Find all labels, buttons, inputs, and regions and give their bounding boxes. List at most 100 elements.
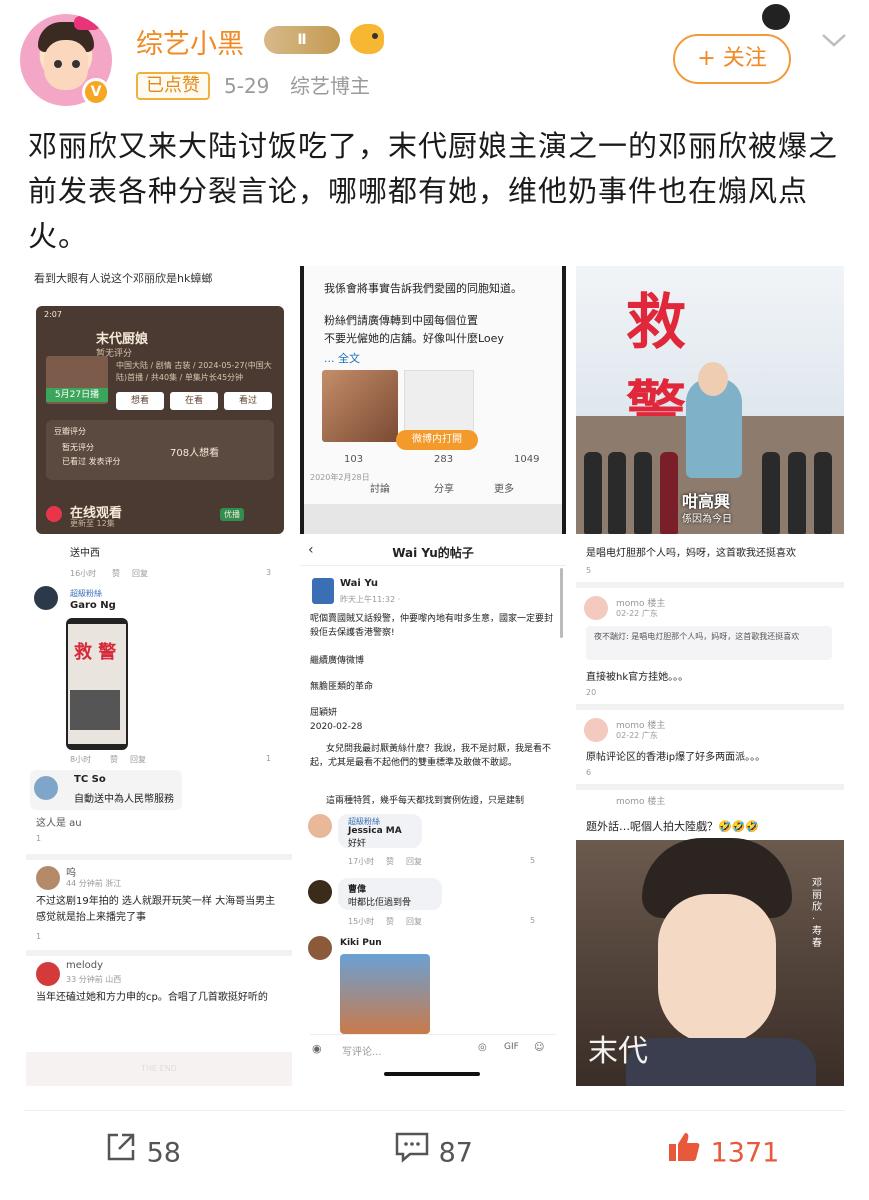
commenter-name: Jessica MA — [348, 826, 402, 836]
avatar-bow — [74, 16, 100, 30]
like-button[interactable]: 1371 — [666, 1130, 779, 1174]
verified-badge-icon: V — [82, 78, 110, 106]
comment-reply: 回复 — [406, 917, 422, 926]
follow-button[interactable]: + 关注 — [673, 34, 791, 84]
post-date: 2020年2月28日 — [310, 473, 370, 482]
post-text: 邓丽欣又来大陆讨饭吃了，末代厨娘主演之一的邓丽欣被爆之前发表各种分裂言论，哪哪都… — [28, 129, 839, 253]
comment-like-count: 1 — [36, 834, 42, 843]
share-action: 分享 — [434, 484, 454, 495]
share-button[interactable]: 58 — [104, 1130, 181, 1174]
level-badge: Ⅱ — [264, 26, 340, 54]
comment-icon — [394, 1130, 430, 1178]
comment-time: 15小时 — [348, 917, 375, 926]
comment-button[interactable]: 87 — [394, 1130, 473, 1174]
share-icon — [104, 1130, 138, 1178]
comment-meta: 02-22 广东 — [616, 609, 658, 618]
comment-reply: 回复 — [132, 569, 148, 578]
commenter-name: Kiki Pun — [340, 938, 382, 948]
home-indicator — [384, 1072, 480, 1076]
grid-image-5[interactable]: ‹ Wai Yu的帖子 Wai Yu 昨天上午11:32 · 呢個賣國賊又話殺警… — [300, 538, 566, 1086]
sticker-icon: ◎ — [478, 1042, 487, 1053]
comment-reply: 回复 — [130, 755, 146, 764]
wine-bottle — [634, 452, 652, 534]
grid-image-3[interactable]: 救 警 咁高興 係因為今日 — [576, 266, 844, 534]
commenter-avatar — [36, 962, 60, 986]
comment-count: 87 — [438, 1137, 473, 1169]
comment-meta: 02-22 广东 — [616, 731, 658, 740]
avatar-eye — [54, 60, 62, 68]
comment-text: 自動送中為人民幣服務 — [74, 794, 174, 805]
comment-bubble: 超級粉絲 Jessica MA 好奸 — [338, 814, 422, 849]
commenter-avatar — [36, 866, 60, 890]
comment-text: 直接被hk官方挂她。。。 — [586, 672, 689, 683]
grid-image-4[interactable]: 送中西 16小时 赞 回复 3 超級粉絲 Garo Ng 救 警 8小时 赞 回… — [26, 538, 292, 1086]
watching-button: 在看 — [170, 392, 218, 410]
liked-badge: 已点赞 — [136, 72, 210, 100]
text-line: 粉絲們請廣傳轉到中國每個位置 — [324, 314, 478, 327]
commenter-name: 呜 — [66, 868, 76, 879]
grid-image-2[interactable]: 我係會將事實告訴我們愛國的同胞知道。 粉絲們請廣傳轉到中國每個位置 不要光僱她的… — [300, 266, 566, 534]
platform-badge: 优播 — [220, 508, 244, 521]
score-box: 豆瓣评分 暂无评分 已看过 发表评分 708人想看 — [46, 420, 274, 480]
post-paragraph: 女兒問我最討厭黃絲什麼？我說，我不是討厭，我是看不起，尤其是最看不起他們的雙重標… — [310, 744, 552, 768]
commenter-name: Garo Ng — [70, 600, 116, 611]
thumbs-up-icon — [666, 1130, 702, 1178]
post-paragraph: 繼續廣傳微博 — [310, 656, 365, 666]
wine-bottle — [660, 452, 678, 534]
image-subtitle-2: 係因為今日 — [682, 514, 732, 525]
comment-meta: 33 分钟前 山西 — [66, 975, 122, 984]
wine-bottle — [814, 452, 832, 534]
comment-like-count: 20 — [586, 688, 597, 697]
camera-icon: ◉ — [312, 1042, 322, 1055]
avatar-face — [44, 40, 88, 90]
comment-like-count: 5 — [586, 566, 592, 575]
footer-divider — [24, 1110, 845, 1111]
want-count: 708人想看 — [170, 448, 220, 459]
like-count: 1049 — [514, 454, 540, 465]
commenter-avatar — [584, 718, 608, 742]
comment-text: 当年还磕过她和方力申的cp。合唱了几首歌挺好听的 — [36, 992, 268, 1003]
comment-input: 写评论... — [342, 1047, 382, 1058]
comment-text: 是唱电灯胆那个人吗，妈呀，这首歌我还挺喜欢 — [586, 548, 796, 559]
photo-thumbnail — [322, 370, 398, 442]
watched-button: 看过 — [224, 392, 272, 410]
chevron-down-icon[interactable] — [820, 30, 848, 58]
ribbon-avatar-icon — [312, 578, 334, 604]
wine-bottle — [788, 452, 806, 534]
nav-bar — [304, 504, 562, 534]
commenter-name: 曹偉 — [348, 885, 367, 895]
gif-icon: GIF — [504, 1042, 519, 1052]
commenter-name: melody — [66, 960, 104, 971]
post-title: Wai Yu的帖子 — [392, 546, 474, 560]
play-icon — [46, 506, 62, 522]
divider — [26, 854, 292, 860]
commenter-avatar — [584, 596, 608, 620]
comment-bubble: 曹偉 咁都比佢過到骨 — [338, 878, 442, 910]
emoji-icon: ☺ — [534, 1042, 545, 1053]
post-paragraph: 呢個賣國賊又話殺警，仲要嚟內地有咁多生意，國家一定要封殺佢去保護香港警察! — [310, 614, 554, 638]
post-paragraph: 這兩種特質，幾乎每天都找到實例佐證，只是建制 — [326, 796, 525, 806]
comment-text: 好奸 — [348, 839, 367, 849]
comment-text: 咁都比佢過到骨 — [348, 898, 412, 908]
mascot-sticker-icon — [752, 0, 798, 40]
username[interactable]: 综艺小黑 — [136, 22, 244, 61]
wine-bottle — [762, 452, 780, 534]
drama-info-card: 2:07 末代厨娘 暂无评分 5月27日播 中国大陆 / 剧情 古装 / 202… — [36, 306, 284, 534]
want-button: 想看 — [116, 392, 164, 410]
wine-bottle — [608, 452, 626, 534]
commenter-avatar — [34, 776, 58, 800]
grid-image-1[interactable]: 看到大眼有人说这个邓丽欣是hk蟑螂 2:07 末代厨娘 暂无评分 5月27日播 … — [26, 266, 292, 534]
divider — [26, 950, 292, 956]
wine-bottle — [584, 452, 602, 534]
repost-count: 103 — [344, 454, 364, 465]
comment-image: 救 警 — [66, 618, 128, 750]
like-count: 1371 — [710, 1137, 780, 1169]
comment-reply: 回复 — [406, 857, 422, 866]
grid-image-6[interactable]: 是唱电灯胆那个人吗，妈呀，这首歌我还挺喜欢 5 momo 楼主 02-22 广东… — [576, 538, 844, 1086]
divider — [576, 784, 844, 790]
comment-time: 17小时 — [348, 857, 375, 866]
text-line: 不要光僱她的店舖。好像叫什麼Loey — [324, 332, 504, 345]
fan-badge-icon — [350, 24, 384, 54]
commenter-avatar — [34, 586, 58, 610]
text-line: 我係會將事實告訴我們愛國的同胞知道。 — [324, 282, 522, 295]
